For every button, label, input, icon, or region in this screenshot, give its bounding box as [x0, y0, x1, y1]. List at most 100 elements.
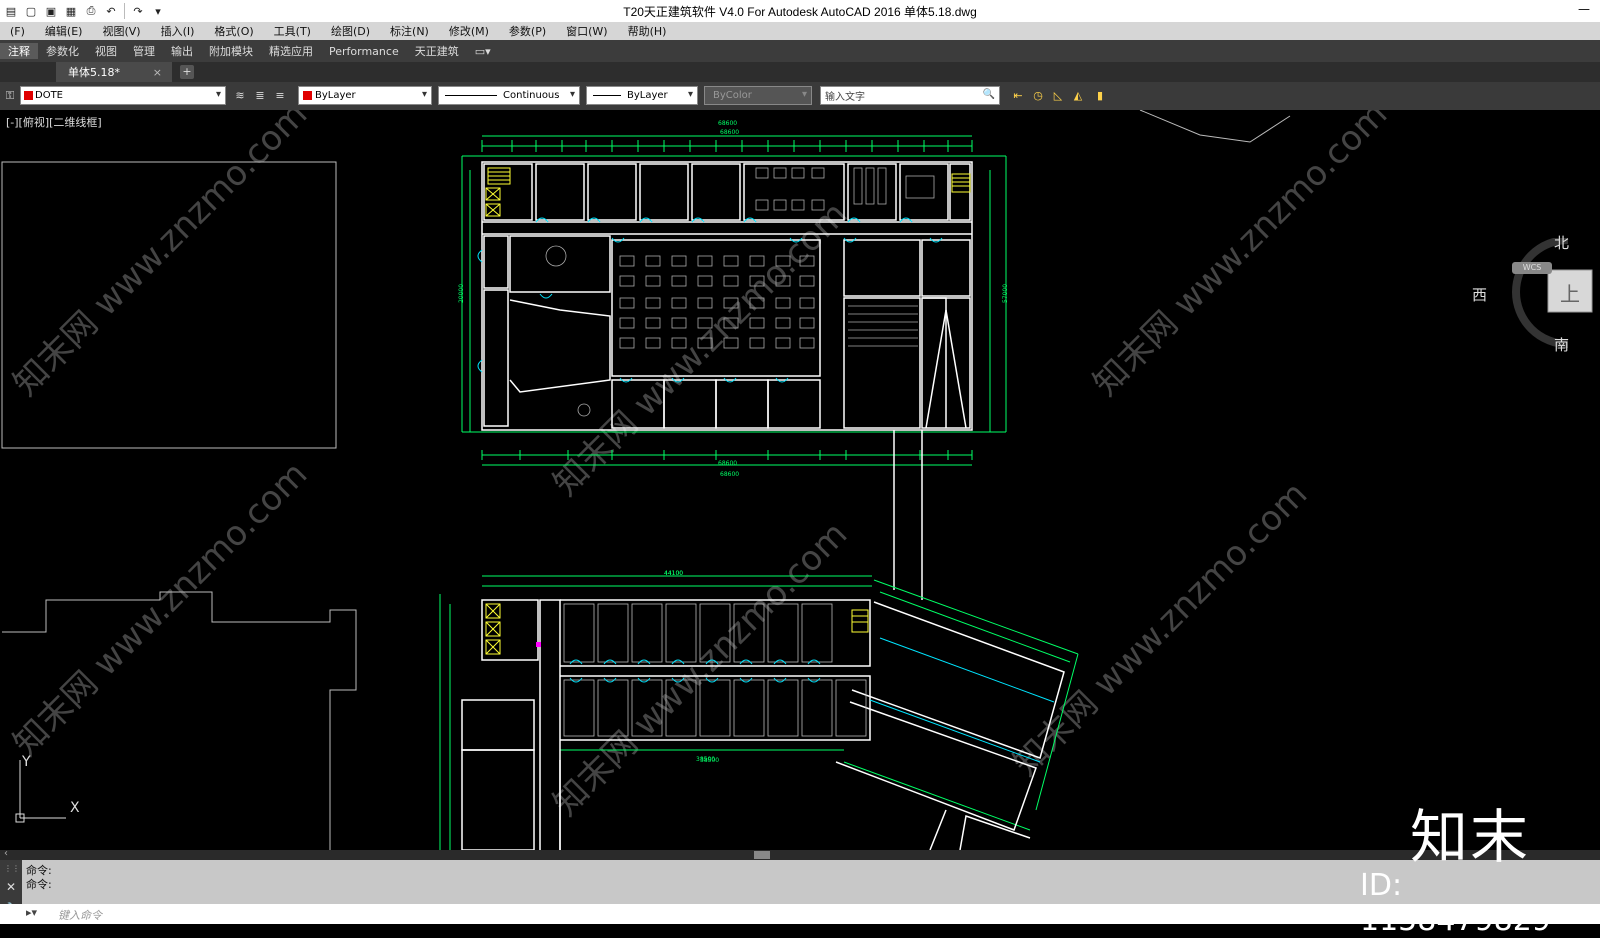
- color-dropdown[interactable]: ByLayer ▾: [298, 86, 432, 105]
- bottom-overall-dim-label: 68600: [718, 460, 738, 467]
- area-icon[interactable]: ◺: [1050, 88, 1066, 104]
- marker-point: [536, 642, 541, 647]
- chevron-down-icon: ▾: [687, 89, 693, 100]
- linetype-dropdown[interactable]: Continuous ▾: [438, 86, 580, 105]
- lineweight-dropdown[interactable]: ByLayer ▾: [586, 86, 698, 105]
- site-boundary: [1139, 110, 1291, 143]
- tab-view[interactable]: 视图: [87, 43, 125, 59]
- layer-dropdown[interactable]: DOTE ▾: [20, 86, 226, 105]
- menu-tools[interactable]: 工具(T): [264, 23, 321, 39]
- ramp-icon[interactable]: ◭: [1070, 88, 1086, 104]
- tab-parametric[interactable]: 参数化: [38, 43, 87, 59]
- left-total-dim-label: 20000: [458, 283, 466, 304]
- clock-icon[interactable]: ◷: [1030, 88, 1046, 104]
- tab-performance[interactable]: Performance: [321, 45, 407, 58]
- text-search-input[interactable]: 输入文字 🔍: [820, 86, 1000, 105]
- ribbon-toggle-icon[interactable]: ▭▾: [467, 45, 499, 58]
- tab-manage[interactable]: 管理: [125, 43, 163, 59]
- layer-state-icon[interactable]: ⚿: [2, 88, 18, 104]
- menu-format[interactable]: 格式(O): [204, 23, 263, 39]
- color-swatch: [303, 91, 312, 100]
- window-title: T20天正建筑软件 V4.0 For Autodesk AutoCAD 2016…: [623, 5, 977, 19]
- lineweight-value: ByLayer: [627, 90, 668, 101]
- compass-ring: [1512, 238, 1593, 348]
- dimension-lines: [461, 135, 1007, 466]
- horizontal-scrollbar[interactable]: ‹: [0, 848, 1600, 860]
- doors: [569, 637, 1055, 763]
- dimension-lines: [439, 575, 1079, 850]
- command-prompt-icon[interactable]: ▸▾: [26, 906, 52, 920]
- drawing-canvas[interactable]: [-][俯视][二维线框] 知末网 www.znzmo.com 知末网 www.…: [0, 110, 1600, 850]
- menu-file[interactable]: (F): [0, 25, 35, 38]
- grip-icon[interactable]: ⋮⋮: [4, 864, 20, 873]
- layer-color-swatch: [24, 91, 33, 100]
- tab-featured-apps[interactable]: 精选应用: [261, 43, 321, 59]
- plotstyle-value: ByColor: [713, 90, 752, 101]
- layer-previous-icon[interactable]: ≋: [232, 88, 248, 104]
- compass-west[interactable]: 西: [1472, 284, 1487, 305]
- tab-tangent-architecture[interactable]: 天正建筑: [407, 43, 467, 59]
- floor-plan-drawing: 68600 68600 44100 38500: [1, 110, 1291, 850]
- new-tab-button[interactable]: +: [180, 65, 194, 79]
- dorm-rooms: [563, 603, 867, 737]
- chevron-down-icon: ▾: [421, 89, 427, 100]
- ucs-x-label: X: [70, 800, 80, 816]
- layer-name: DOTE: [35, 90, 63, 101]
- menu-help[interactable]: 帮助(H): [618, 23, 677, 39]
- compass-south[interactable]: 南: [1554, 334, 1569, 355]
- menu-edit[interactable]: 编辑(E): [35, 23, 93, 39]
- lineweight-preview: [593, 95, 621, 96]
- command-history-line: 命令:: [26, 878, 52, 891]
- document-tab[interactable]: 单体5.18* ×: [56, 62, 172, 82]
- dimension-texts: 68600 68600 44100 38500: [664, 129, 739, 764]
- ribbon-tabs: 注释 参数化 视图 管理 输出 附加模块 精选应用 Performance 天正…: [0, 40, 1600, 62]
- compass-north[interactable]: 北: [1554, 232, 1569, 253]
- linetype-value: Continuous: [503, 90, 560, 101]
- plotstyle-dropdown[interactable]: ByColor ▾: [704, 86, 812, 105]
- chevron-down-icon: ▾: [215, 89, 221, 100]
- top-overall-dim: 68600: [720, 129, 739, 136]
- scrollbar-thumb[interactable]: [754, 851, 770, 859]
- scroll-left-icon[interactable]: ‹: [4, 848, 8, 859]
- right-total-dim-label: 57000: [1002, 283, 1010, 304]
- wing-bottom-dim-label: 38500: [696, 756, 716, 763]
- minimize-button[interactable]: —: [1578, 2, 1590, 16]
- quantity-icon[interactable]: ▮: [1092, 88, 1108, 104]
- stairs: [485, 603, 869, 655]
- menu-parametric[interactable]: 参数(P): [499, 23, 556, 39]
- bottom-overall-dim: 68600: [720, 471, 739, 478]
- command-placeholder: 键入命令: [58, 909, 102, 922]
- site-boundary: [2, 591, 357, 850]
- viewcube-top-face[interactable]: 上: [1560, 278, 1580, 307]
- linetype-preview: [445, 95, 497, 96]
- wcs-menu[interactable]: WCS: [1512, 262, 1552, 274]
- menu-window[interactable]: 窗口(W): [556, 23, 617, 39]
- menu-dimension[interactable]: 标注(N): [380, 23, 439, 39]
- properties-toolbar: ⚿ DOTE ▾ ≋ ≣ ≡ ByLayer ▾ Continuous ▾ By…: [0, 82, 1600, 110]
- tab-addins[interactable]: 附加模块: [201, 43, 261, 59]
- viewcube[interactable]: 北 南 西 上: [1472, 234, 1598, 354]
- watermark-logo: 知末: [1410, 803, 1531, 871]
- tab-annotate[interactable]: 注释: [0, 43, 38, 59]
- layer-match-icon[interactable]: ≣: [252, 88, 268, 104]
- measure-icon[interactable]: ⇤: [1010, 88, 1026, 104]
- close-icon[interactable]: ✕: [6, 880, 16, 894]
- tab-output[interactable]: 输出: [163, 43, 201, 59]
- ucs-y-label: Y: [22, 754, 31, 770]
- menu-insert[interactable]: 插入(I): [151, 23, 205, 39]
- color-value: ByLayer: [315, 90, 356, 101]
- layer-isolate-icon[interactable]: ≡: [272, 88, 288, 104]
- chevron-down-icon: ▾: [569, 89, 575, 100]
- document-tab-label: 单体5.18*: [68, 66, 120, 79]
- search-icon[interactable]: 🔍: [983, 89, 995, 100]
- watermark-id: ID: 1158479829: [1360, 868, 1551, 938]
- stairs: [485, 167, 971, 217]
- menu-draw[interactable]: 绘图(D): [321, 23, 380, 39]
- site-boundary: [1, 161, 337, 449]
- building-walls: [461, 599, 1065, 850]
- close-tab-icon[interactable]: ×: [153, 66, 162, 79]
- menu-modify[interactable]: 修改(M): [439, 23, 499, 39]
- menu-bar: (F) 编辑(E) 视图(V) 插入(I) 格式(O) 工具(T) 绘图(D) …: [0, 22, 1600, 40]
- dimension-ticks: [481, 140, 973, 460]
- menu-view[interactable]: 视图(V): [92, 23, 150, 39]
